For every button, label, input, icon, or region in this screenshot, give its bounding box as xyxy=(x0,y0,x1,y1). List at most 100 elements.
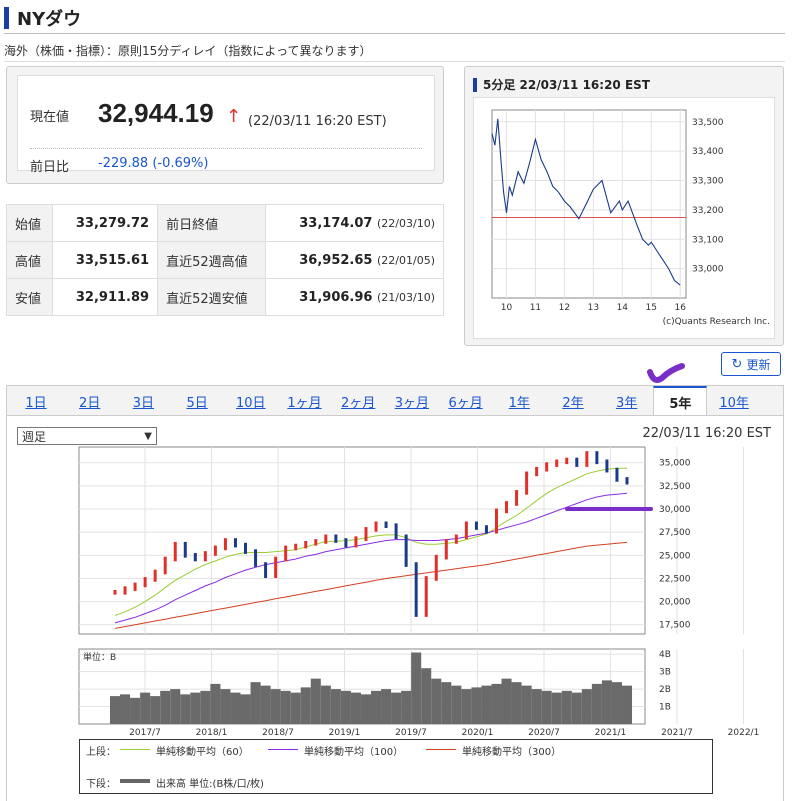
table-row: 始値 33,279.72 前日終値 33,174.07 (22/03/10) xyxy=(6,204,444,242)
mini-y-tick: 33,100 xyxy=(692,235,724,245)
tab-8[interactable]: 6ヶ月 xyxy=(439,386,493,416)
volume-bar xyxy=(109,696,121,724)
mini-credit: (c)Quants Research Inc. xyxy=(663,317,770,327)
tab-7[interactable]: 3ヶ月 xyxy=(385,386,439,416)
volume-bar xyxy=(280,690,291,724)
mini-accent-bar xyxy=(473,77,477,92)
mini-x-tick: 10 xyxy=(501,303,513,313)
price-y-tick: 17,500 xyxy=(659,621,691,631)
mini-x-tick: 11 xyxy=(530,303,541,313)
volume-bar xyxy=(421,668,432,724)
volume-bar xyxy=(250,682,261,724)
legend-volume-swatch xyxy=(120,779,150,783)
x-tick-label: 2019/1 xyxy=(329,728,361,738)
x-tick-label: 2021/1 xyxy=(595,728,627,738)
volume-bar xyxy=(501,678,512,724)
current-price-value: 32,944.19 xyxy=(98,98,214,128)
price-box: 現在値 32,944.19 ↑ (22/03/11 16:20 EST) 前日比… xyxy=(6,66,444,184)
mini-y-tick: 33,300 xyxy=(692,177,724,187)
stats-table: 始値 33,279.72 前日終値 33,174.07 (22/03/10) 高… xyxy=(6,204,444,316)
open-value: 33,279.72 xyxy=(51,204,159,242)
volume-bar xyxy=(200,690,211,724)
price-timestamp: (22/03/11 16:20 EST) xyxy=(248,114,387,129)
high-label: 高値 xyxy=(6,241,53,279)
volume-bar xyxy=(230,692,241,724)
low-label: 安値 xyxy=(6,278,53,316)
mini-x-tick: 16 xyxy=(674,303,686,313)
52w-low-date: (21/03/10) xyxy=(377,290,435,304)
volume-bar xyxy=(471,687,482,724)
volume-bar xyxy=(621,685,633,724)
main-chart: 2017/7 2018/1 2018/7 2019/1 2019/7 2020/1 2020… xyxy=(78,446,760,738)
volume-bar xyxy=(551,692,562,724)
intraday-title-text: 5分足 22/03/11 16:20 EST xyxy=(483,78,650,92)
x-tick-label: 2022/1 xyxy=(728,728,760,738)
tab-11[interactable]: 3年 xyxy=(600,386,654,416)
mini-plot-frame xyxy=(491,109,687,299)
tab-0[interactable]: 1日 xyxy=(9,386,63,416)
period-select[interactable]: 週足 ▼ xyxy=(17,427,157,445)
volume-bar xyxy=(411,652,422,724)
tab-2[interactable]: 3日 xyxy=(116,386,170,416)
volume-bar xyxy=(581,689,592,724)
volume-y-tick: 2B xyxy=(659,685,671,695)
table-row: 高値 33,515.61 直近52週高値 36,952.65 (22/01/05… xyxy=(6,241,444,279)
volume-bar xyxy=(170,689,181,724)
intraday-chart-body: 10 11 12 13 14 15 16 33,500 33,400 33,300 33,200 33… xyxy=(473,97,775,339)
header-accent-bar xyxy=(4,7,9,29)
volume-bar xyxy=(290,692,301,724)
x-tick-label: 2020/7 xyxy=(528,728,560,738)
tab-6[interactable]: 2ヶ月 xyxy=(331,386,385,416)
x-tick-label: 2020/1 xyxy=(462,728,494,738)
mini-x-tick: 15 xyxy=(646,303,657,313)
legend-ma60: 単純移動平均（60） xyxy=(156,747,249,758)
volume-bar xyxy=(531,689,542,724)
volume-bar xyxy=(391,692,402,724)
price-y-tick: 35,000 xyxy=(659,459,691,469)
volume-bar xyxy=(381,689,392,724)
volume-bar xyxy=(521,685,532,724)
volume-bar xyxy=(300,687,311,724)
tab-4[interactable]: 10日 xyxy=(224,386,278,416)
volume-bar xyxy=(160,690,171,724)
52w-low-number: 31,906.96 xyxy=(299,289,373,305)
x-tick-label: 2019/7 xyxy=(395,728,427,738)
tab-12[interactable]: 5年 xyxy=(653,386,708,416)
up-arrow-icon: ↑ xyxy=(226,106,242,127)
volume-bar xyxy=(120,694,131,724)
volume-bar xyxy=(330,689,341,724)
high-value: 33,515.61 xyxy=(51,241,159,279)
tab-9[interactable]: 1年 xyxy=(492,386,546,416)
volume-bar xyxy=(441,682,452,724)
volume-bar xyxy=(431,678,442,724)
annotation-check-mark xyxy=(647,363,685,383)
table-row: 安値 32,911.89 直近52週安値 31,906.96 (21/03/10… xyxy=(6,278,444,316)
tab-13[interactable]: 10年 xyxy=(707,386,761,416)
tab-10[interactable]: 2年 xyxy=(546,386,600,416)
legend-ma300-swatch xyxy=(426,749,456,750)
tab-5[interactable]: 1ヶ月 xyxy=(278,386,332,416)
legend-upper-label: 上段： xyxy=(86,747,116,758)
volume-bar xyxy=(190,692,201,724)
x-tick-label: 2018/7 xyxy=(262,728,294,738)
legend-volume: 出来高 単位:(B株/口/枚) xyxy=(156,779,264,790)
mini-x-tick: 12 xyxy=(559,303,570,313)
mini-y-tick: 33,200 xyxy=(692,206,724,216)
volume-bar xyxy=(561,690,572,724)
mini-y-tick: 33,400 xyxy=(692,147,724,157)
volume-bar xyxy=(140,692,151,724)
refresh-button[interactable]: ↻ 更新 xyxy=(721,352,781,376)
tab-1[interactable]: 2日 xyxy=(63,386,117,416)
prev-close-number: 33,174.07 xyxy=(299,215,373,231)
change-percent: (-0.69%) xyxy=(152,156,209,171)
intraday-chart-box: 5分足 22/03/11 16:20 EST 10 11 12 13 14 15 16 33,… xyxy=(464,66,784,346)
tab-3[interactable]: 5日 xyxy=(170,386,224,416)
volume-bar xyxy=(371,690,382,724)
volume-bar xyxy=(310,678,321,724)
low-value: 32,911.89 xyxy=(51,278,159,316)
52w-low-value: 31,906.96 (21/03/10) xyxy=(265,278,444,316)
volume-bar xyxy=(210,683,221,724)
price-box-inner: 現在値 32,944.19 ↑ (22/03/11 16:20 EST) 前日比… xyxy=(17,75,435,175)
volume-bar xyxy=(220,689,231,724)
chart-legend: 上段： 単純移動平均（60） 単純移動平均（100） 単純移動平均（300） 下… xyxy=(79,739,713,794)
